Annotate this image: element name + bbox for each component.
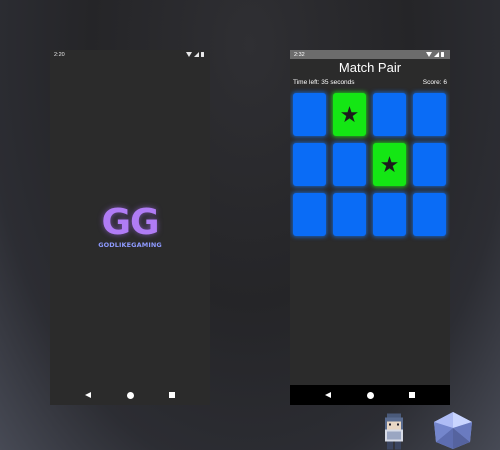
back-icon[interactable] — [325, 392, 332, 398]
memory-card[interactable]: ★ — [333, 93, 366, 136]
time-left-label: Time left: 35 seconds — [293, 79, 355, 86]
recents-icon[interactable] — [168, 392, 175, 398]
memory-card[interactable] — [373, 193, 406, 236]
navigation-bar — [50, 385, 210, 405]
game-title: Match Pair — [338, 60, 402, 75]
status-bar: 2:20 — [50, 50, 210, 59]
logo-wordmark: GODLIKEGAMING — [98, 241, 162, 249]
memory-card[interactable] — [373, 93, 406, 136]
signal-icon — [194, 52, 199, 57]
score-label: Score: 6 — [422, 79, 447, 86]
status-time: 2:32 — [294, 51, 305, 58]
memory-card[interactable] — [293, 93, 326, 136]
memory-card[interactable] — [413, 143, 446, 186]
memory-card[interactable] — [333, 193, 366, 236]
logo-mark: GG — [101, 202, 159, 243]
star-icon: ★ — [379, 151, 400, 177]
game-info-row: Time left: 35 seconds Score: 6 — [290, 79, 450, 88]
card-grid: ★ ★ — [293, 93, 446, 236]
recents-icon[interactable] — [408, 392, 415, 398]
pixel-character-icon[interactable] — [381, 413, 407, 450]
wifi-icon — [426, 52, 432, 57]
memory-card[interactable] — [293, 193, 326, 236]
signal-icon — [434, 52, 439, 57]
battery-icon — [441, 52, 444, 57]
memory-card[interactable] — [413, 93, 446, 136]
wifi-icon — [186, 52, 192, 57]
splash-screen-phone: 2:20 GG GODLIKEGAMING — [50, 50, 210, 405]
navigation-bar — [290, 385, 450, 405]
back-icon[interactable] — [85, 392, 92, 398]
star-icon: ★ — [339, 101, 360, 127]
game-screen-phone: 2:32 Match Pair Time left: 35 seconds Sc… — [290, 50, 450, 405]
splash-logo: GG GODLIKEGAMING — [50, 202, 210, 250]
crystal-icon[interactable] — [430, 410, 476, 450]
battery-icon — [201, 52, 204, 57]
status-bar: 2:32 — [290, 50, 450, 59]
status-icons — [186, 52, 204, 57]
home-icon[interactable] — [366, 391, 374, 399]
home-icon[interactable] — [126, 391, 134, 399]
status-icons — [426, 52, 444, 57]
memory-card[interactable] — [293, 143, 326, 186]
memory-card[interactable]: ★ — [373, 143, 406, 186]
memory-card[interactable] — [413, 193, 446, 236]
memory-card[interactable] — [333, 143, 366, 186]
status-time: 2:20 — [54, 51, 65, 58]
